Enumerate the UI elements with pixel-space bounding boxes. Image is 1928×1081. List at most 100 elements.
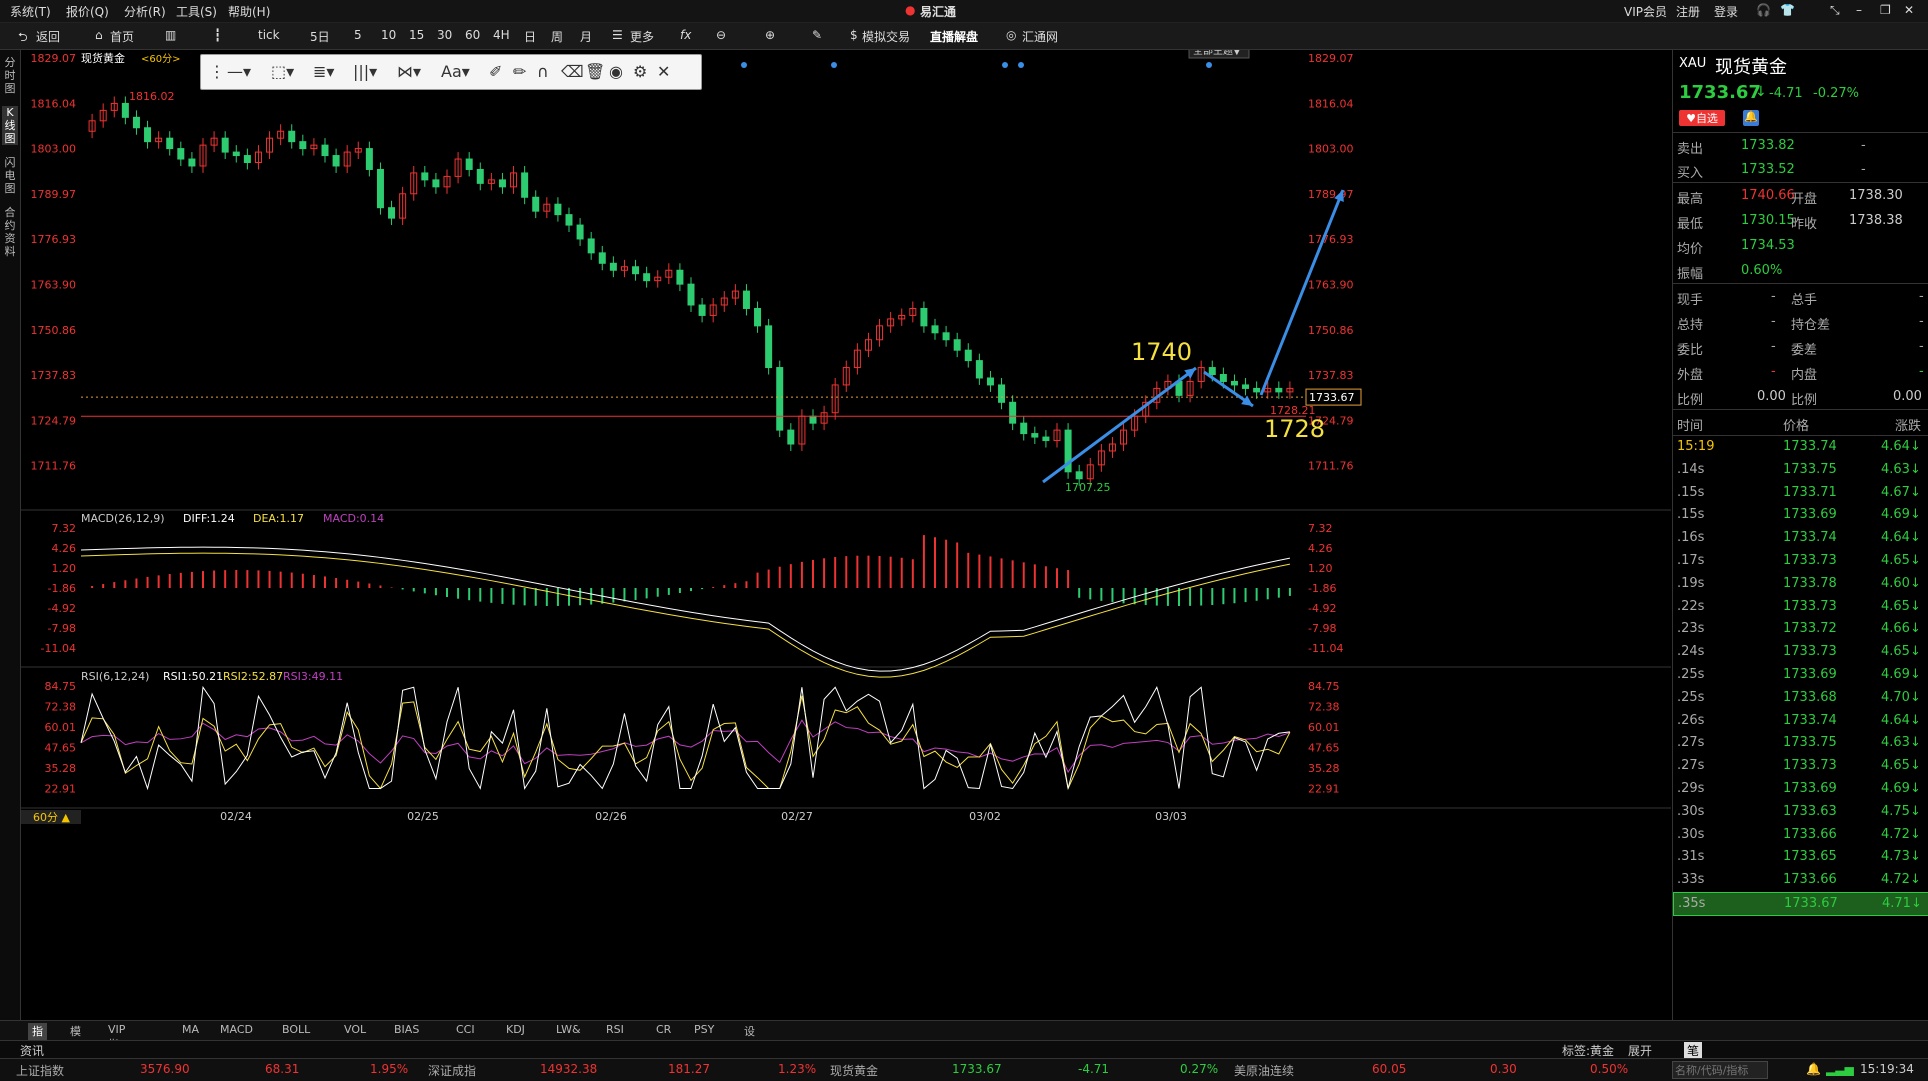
- close-toolbar-icon[interactable]: ✕: [657, 62, 670, 81]
- candle-body: [920, 307, 928, 327]
- macd-axis-left: 4.26: [52, 542, 77, 555]
- period-month[interactable]: 月: [580, 28, 592, 45]
- skin-icon[interactable]: 👕: [1780, 3, 1795, 17]
- menu-tools[interactable]: 工具(S): [176, 3, 217, 20]
- restore-icon[interactable]: ⤡: [1830, 3, 1840, 18]
- tick-button[interactable]: tick: [258, 28, 280, 42]
- label-high: 最高: [1677, 192, 1704, 207]
- tick-price: 1733.67: [1784, 896, 1838, 911]
- bell-icon[interactable]: 🔔: [1743, 110, 1759, 126]
- headset-icon[interactable]: 🎧: [1756, 3, 1771, 17]
- period-60[interactable]: 60: [465, 28, 480, 42]
- fib-tool-icon[interactable]: ≣▾: [313, 62, 334, 81]
- news-marker-dot: [1002, 62, 1008, 68]
- eye-icon[interactable]: ◉: [609, 62, 623, 81]
- rect-tool-icon[interactable]: ⬚▾: [271, 62, 294, 81]
- watchlist-button[interactable]: ♥自选: [1679, 110, 1725, 126]
- price-axis-label-right: 1711.76: [1308, 460, 1354, 473]
- period-5[interactable]: 5: [354, 28, 362, 42]
- trash-icon[interactable]: 🗑: [585, 62, 605, 81]
- more-button[interactable]: 更多: [630, 28, 654, 45]
- ticker-sz-name[interactable]: 深证成指: [428, 1062, 476, 1079]
- period-week[interactable]: 周: [551, 28, 563, 45]
- tick-price: 1733.73: [1783, 644, 1837, 660]
- zoom-out-icon[interactable]: ⊖: [716, 28, 726, 42]
- label-amp: 振幅: [1677, 267, 1704, 282]
- zoom-in-icon[interactable]: ⊕: [765, 28, 775, 42]
- kline-chart-svg[interactable]: 1829.07 1829.07 1816.04 1816.04 1803.00 1803.…: [21, 41, 1671, 995]
- ticker-sh-name[interactable]: 上证指数: [16, 1062, 64, 1079]
- search-input[interactable]: [1672, 1061, 1768, 1079]
- rsi-axis-right: 35.28: [1308, 762, 1340, 775]
- indicator-tab[interactable]: MA: [178, 1023, 203, 1036]
- magnet-icon[interactable]: ∩: [537, 62, 549, 81]
- indicator-tab[interactable]: PSY: [690, 1023, 718, 1036]
- indicator-tab[interactable]: CR: [652, 1023, 675, 1036]
- period-day[interactable]: 日: [524, 28, 536, 45]
- list-icon[interactable]: ☰: [612, 28, 623, 42]
- candle-icon[interactable]: ┇: [214, 28, 221, 42]
- bell-status-icon[interactable]: 🔔: [1806, 1062, 1821, 1076]
- indicator-tab[interactable]: RSI: [602, 1023, 628, 1036]
- drag-handle-icon[interactable]: ⋮: [209, 62, 225, 81]
- indicator-tab[interactable]: CCI: [452, 1023, 479, 1036]
- indicator-tab[interactable]: KDJ: [502, 1023, 529, 1036]
- maximize-icon[interactable]: ❐: [1880, 3, 1891, 17]
- pattern-tool-icon[interactable]: ⋈▾: [397, 62, 421, 81]
- gear-icon[interactable]: ⚙: [633, 62, 647, 81]
- tick-row: .19s 1733.78 4.60↓: [1673, 573, 1928, 595]
- tab-flash[interactable]: 闪电图: [2, 156, 18, 195]
- back-button[interactable]: 返回: [36, 28, 60, 45]
- eraser-icon[interactable]: ⌫: [561, 62, 584, 81]
- ticker-gold-name[interactable]: 现货黄金: [830, 1062, 878, 1079]
- menu-help[interactable]: 帮助(H): [228, 3, 270, 20]
- period-10[interactable]: 10: [381, 28, 396, 42]
- home-icon[interactable]: ⌂: [95, 28, 103, 42]
- brush-icon[interactable]: ✏: [513, 62, 526, 81]
- register-link[interactable]: 注册: [1676, 3, 1700, 20]
- indicator-tab[interactable]: LW&: [552, 1023, 585, 1036]
- tick-row: 15:19 1733.74 4.64↓: [1673, 436, 1928, 458]
- indicator-tab[interactable]: BIAS: [390, 1023, 423, 1036]
- menu-analysis[interactable]: 分析(R): [124, 3, 166, 20]
- ticker-oil-name[interactable]: 美原油连续: [1234, 1062, 1294, 1079]
- back-icon[interactable]: ⮌: [18, 28, 28, 49]
- indicator-tab[interactable]: VOL: [340, 1023, 370, 1036]
- chart-area[interactable]: 1829.07 1829.07 1816.04 1816.04 1803.00 1803.…: [21, 41, 1671, 995]
- menu-system[interactable]: 系统(T): [10, 3, 51, 20]
- formula-icon[interactable]: fx: [680, 28, 691, 42]
- live-analysis-button[interactable]: 直播解盘: [930, 28, 978, 45]
- tab-contract[interactable]: 合约资料: [2, 206, 18, 258]
- minimize-icon[interactable]: –: [1856, 3, 1862, 17]
- dollar-icon[interactable]: $: [850, 28, 858, 42]
- pen-button[interactable]: 笔: [1684, 1042, 1703, 1059]
- ticker-sz-change: 181.27: [668, 1062, 710, 1076]
- line-tool-icon[interactable]: —▾: [227, 62, 251, 81]
- expand-button[interactable]: 展开: [1628, 1042, 1652, 1059]
- period-5d[interactable]: 5日: [310, 28, 330, 45]
- period-30[interactable]: 30: [437, 28, 452, 42]
- home-button[interactable]: 首页: [110, 28, 134, 45]
- ruler-icon[interactable]: ✐: [489, 62, 502, 81]
- ticker-oil-change: 0.30: [1490, 1062, 1517, 1076]
- tab-timeshare[interactable]: 分时图: [2, 56, 18, 95]
- sim-trade-button[interactable]: 模拟交易: [862, 28, 910, 45]
- vip-link[interactable]: VIP会员: [1624, 3, 1667, 20]
- tag-label[interactable]: 标签:黄金: [1562, 1042, 1614, 1059]
- news-label[interactable]: 资讯: [20, 1042, 44, 1059]
- chart-icon[interactable]: ▥: [165, 28, 176, 42]
- indicator-tab[interactable]: BOLL: [278, 1023, 314, 1036]
- period-15[interactable]: 15: [409, 28, 424, 42]
- indicator-tab[interactable]: MACD: [216, 1023, 257, 1036]
- menu-quote[interactable]: 报价(Q): [66, 3, 109, 20]
- huitong-button[interactable]: 汇通网: [1022, 28, 1058, 45]
- login-link[interactable]: 登录: [1714, 3, 1738, 20]
- news-marker-dot: [741, 62, 747, 68]
- channel-tool-icon[interactable]: |||▾: [353, 62, 377, 81]
- text-tool-icon[interactable]: Aa▾: [441, 62, 470, 81]
- pen-icon[interactable]: ✎: [812, 28, 822, 42]
- close-icon[interactable]: ✕: [1904, 3, 1914, 17]
- period-4h[interactable]: 4H: [493, 28, 510, 42]
- huitong-icon[interactable]: ◎: [1006, 28, 1016, 42]
- tab-kline[interactable]: K线图: [2, 106, 18, 145]
